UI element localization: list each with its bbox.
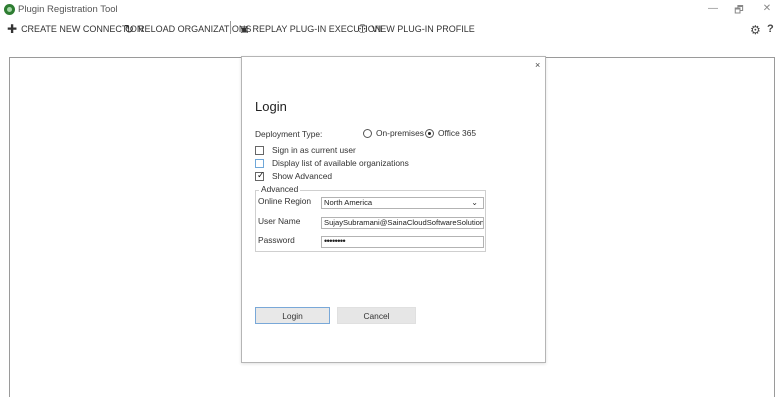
- user-name-row: User Name: [258, 216, 320, 226]
- reload-icon: ↻: [124, 22, 135, 36]
- reload-organizations-label: RELOAD ORGANIZATIONS: [138, 24, 252, 34]
- checkbox-display-organizations[interactable]: Display list of available organizations: [255, 158, 409, 168]
- online-region-row: Online Region: [258, 196, 320, 206]
- create-new-connection-button[interactable]: ✚ CREATE NEW CONNECTION: [7, 22, 143, 36]
- deployment-type-label: Deployment Type:: [255, 129, 323, 139]
- radio-office-365[interactable]: Office 365: [425, 128, 476, 138]
- toolbar: ✚ CREATE NEW CONNECTION ↻ RELOAD ORGANIZ…: [0, 20, 784, 40]
- profile-icon: ⚇: [357, 22, 368, 36]
- settings-gear-icon[interactable]: ⚙: [750, 23, 761, 37]
- radio-on-premises-label: On-premises: [376, 128, 424, 138]
- checkbox-box[interactable]: [255, 158, 264, 168]
- minimize-button[interactable]: —: [706, 3, 720, 14]
- checkbox-label: Sign in as current user: [272, 145, 356, 155]
- window-title: Plugin Registration Tool: [18, 4, 118, 15]
- cancel-button[interactable]: Cancel: [337, 307, 416, 324]
- user-name-value: SujaySubramani@SainaCloudSoftwareSolutio…: [324, 218, 484, 227]
- title-bar: Plugin Registration Tool — 🗗 ✕: [0, 0, 784, 20]
- dialog-close-icon[interactable]: ×: [535, 60, 540, 70]
- dialog-title: Login: [255, 99, 287, 114]
- user-name-label: User Name: [258, 216, 301, 226]
- chevron-down-icon: ⌄: [471, 198, 478, 207]
- checkbox-box[interactable]: [255, 145, 264, 155]
- checkbox-label: Display list of available organizations: [272, 158, 409, 168]
- checkmark-icon: ✓: [257, 169, 265, 180]
- password-row: Password: [258, 235, 320, 245]
- help-icon[interactable]: ?: [767, 23, 774, 35]
- plus-icon: ✚: [7, 22, 18, 36]
- checkbox-box[interactable]: ✓: [255, 169, 265, 181]
- login-dialog: × Login Deployment Type: On-premises Off…: [241, 56, 546, 363]
- checkbox-show-advanced[interactable]: ✓ Show Advanced: [255, 169, 333, 181]
- reload-organizations-button[interactable]: ↻ RELOAD ORGANIZATIONS: [124, 22, 252, 36]
- online-region-label: Online Region: [258, 196, 312, 206]
- app-logo-icon: [4, 4, 15, 15]
- replay-icon: ▣: [240, 24, 249, 34]
- advanced-group: Online Region North America ⌄ User Name …: [255, 190, 486, 252]
- advanced-legend: Advanced: [259, 184, 301, 194]
- close-window-button[interactable]: ✕: [760, 3, 774, 14]
- view-plugin-profile-button[interactable]: ⚇ VIEW PLUG-IN PROFILE: [357, 22, 475, 36]
- login-button[interactable]: Login: [255, 307, 330, 324]
- radio-office-365-circle[interactable]: [425, 128, 434, 138]
- radio-office-365-label: Office 365: [438, 128, 477, 138]
- restore-button[interactable]: 🗗: [732, 3, 746, 20]
- user-name-input[interactable]: SujaySubramani@SainaCloudSoftwareSolutio…: [321, 217, 484, 229]
- password-input[interactable]: ••••••••: [321, 236, 484, 248]
- online-region-value: North America: [324, 198, 373, 207]
- password-value: ••••••••: [324, 236, 346, 246]
- password-label: Password: [258, 235, 295, 245]
- radio-on-premises[interactable]: On-premises: [363, 128, 424, 138]
- online-region-select[interactable]: North America ⌄: [321, 197, 484, 209]
- toolbar-separator: [230, 21, 231, 34]
- view-plugin-profile-label: VIEW PLUG-IN PROFILE: [371, 24, 475, 34]
- radio-on-premises-circle[interactable]: [363, 128, 372, 138]
- checkbox-label: Show Advanced: [272, 171, 333, 181]
- checkbox-sign-in-current-user[interactable]: Sign in as current user: [255, 145, 356, 155]
